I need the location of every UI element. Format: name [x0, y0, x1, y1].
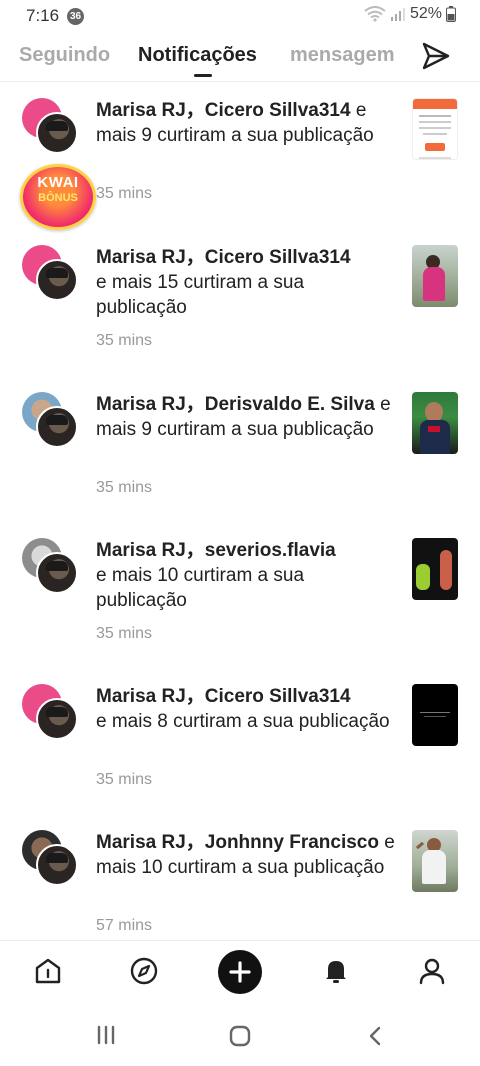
status-right: 52% — [364, 5, 456, 23]
top-tabs: Seguindo Notificações mensagem — [0, 34, 480, 82]
notification-time: 57 mins — [96, 917, 153, 934]
notification-time: 35 mins — [96, 625, 153, 642]
notification-time: 35 mins — [96, 332, 153, 349]
post-thumbnail[interactable] — [412, 245, 458, 307]
notification-time: 35 mins — [96, 185, 153, 202]
status-time: 7:16 — [26, 6, 60, 25]
home-circle-icon[interactable] — [228, 1024, 252, 1048]
tab-mensagem[interactable]: mensagem — [290, 44, 395, 67]
notification-users: Marisa RJ，Cicero Sillva314 — [96, 247, 351, 268]
notification-text: Marisa RJ，Cicero Sillva314 e mais 8 curt… — [96, 684, 396, 734]
back-icon[interactable] — [364, 1024, 388, 1048]
avatar-stack — [22, 98, 82, 164]
notification-item[interactable]: Marisa RJ，Cicero Sillva314 e mais 8 curt… — [0, 684, 480, 831]
notification-item[interactable]: Marisa RJ，Cicero Sillva314 e mais 15 cur… — [0, 245, 480, 392]
tab-seguindo[interactable]: Seguindo — [19, 44, 110, 67]
signal-icon — [390, 8, 405, 21]
post-thumbnail[interactable] — [412, 830, 458, 892]
avatar-stack — [22, 392, 82, 458]
notification-users: Marisa RJ，Cicero Sillva314 — [96, 686, 351, 707]
notification-text: Marisa RJ，Cicero Sillva314 e mais 15 cur… — [96, 245, 396, 320]
notification-users: Marisa RJ，Cicero Sillva314 — [96, 100, 351, 121]
notification-users: Marisa RJ，Derisvaldo E. Silva — [96, 394, 375, 415]
post-thumbnail[interactable] — [412, 684, 458, 746]
notification-text: Marisa RJ，Cicero Sillva314 e mais 9 curt… — [96, 98, 396, 148]
notification-text: Marisa RJ，Jonhnny Francisco e mais 10 cu… — [96, 830, 396, 880]
discover-icon[interactable] — [128, 955, 160, 987]
battery-percent: 52% — [409, 5, 442, 22]
notification-time: 35 mins — [96, 479, 153, 496]
avatar — [36, 112, 78, 154]
kwai-bonus-title: KWAI — [37, 174, 79, 191]
notification-users: Marisa RJ，severios.flavia — [96, 540, 336, 561]
profile-icon[interactable] — [416, 955, 448, 987]
post-thumbnail[interactable] — [412, 538, 458, 600]
post-thumbnail[interactable] — [412, 392, 458, 454]
recents-icon[interactable] — [94, 1024, 118, 1046]
notification-text: Marisa RJ，severios.flavia e mais 10 curt… — [96, 538, 396, 613]
bottom-nav — [0, 940, 480, 1004]
notification-item[interactable]: Marisa RJ，Derisvaldo E. Silva e mais 9 c… — [0, 392, 480, 539]
create-post-button[interactable] — [218, 950, 262, 994]
status-bar: 7:16 36 52% — [0, 0, 480, 34]
avatar — [36, 259, 78, 301]
avatar — [36, 552, 78, 594]
home-icon[interactable] — [32, 955, 64, 987]
notification-action: e mais 8 curtiram a sua publicação — [96, 711, 390, 732]
notification-text: Marisa RJ，Derisvaldo E. Silva e mais 9 c… — [96, 392, 396, 442]
notification-time: 35 mins — [96, 771, 153, 788]
notification-action: e mais 10 curtiram a sua publicação — [96, 565, 305, 611]
avatar-stack — [22, 684, 82, 750]
avatar-stack — [22, 245, 82, 311]
notification-users: Marisa RJ，Jonhnny Francisco — [96, 832, 379, 853]
post-thumbnail[interactable] — [412, 98, 458, 160]
active-tab-indicator — [194, 74, 212, 77]
avatar — [36, 698, 78, 740]
plus-icon — [229, 961, 251, 983]
tab-notificacoes[interactable]: Notificações — [138, 44, 257, 67]
send-icon[interactable] — [420, 40, 452, 72]
wifi-icon — [364, 6, 386, 22]
notification-count-badge: 36 — [67, 8, 84, 25]
avatar-stack — [22, 830, 82, 896]
avatar-stack — [22, 538, 82, 604]
battery-icon — [446, 6, 456, 22]
kwai-bonus-badge[interactable]: KWAI BÔNUS — [20, 160, 96, 230]
system-nav-bar — [0, 1004, 480, 1066]
kwai-bonus-subtitle: BÔNUS — [38, 192, 78, 204]
notification-action: e mais 15 curtiram a sua publicação — [96, 272, 305, 318]
avatar — [36, 844, 78, 886]
notification-item[interactable]: Marisa RJ，severios.flavia e mais 10 curt… — [0, 538, 480, 685]
avatar — [36, 406, 78, 448]
bell-icon[interactable] — [320, 955, 352, 987]
